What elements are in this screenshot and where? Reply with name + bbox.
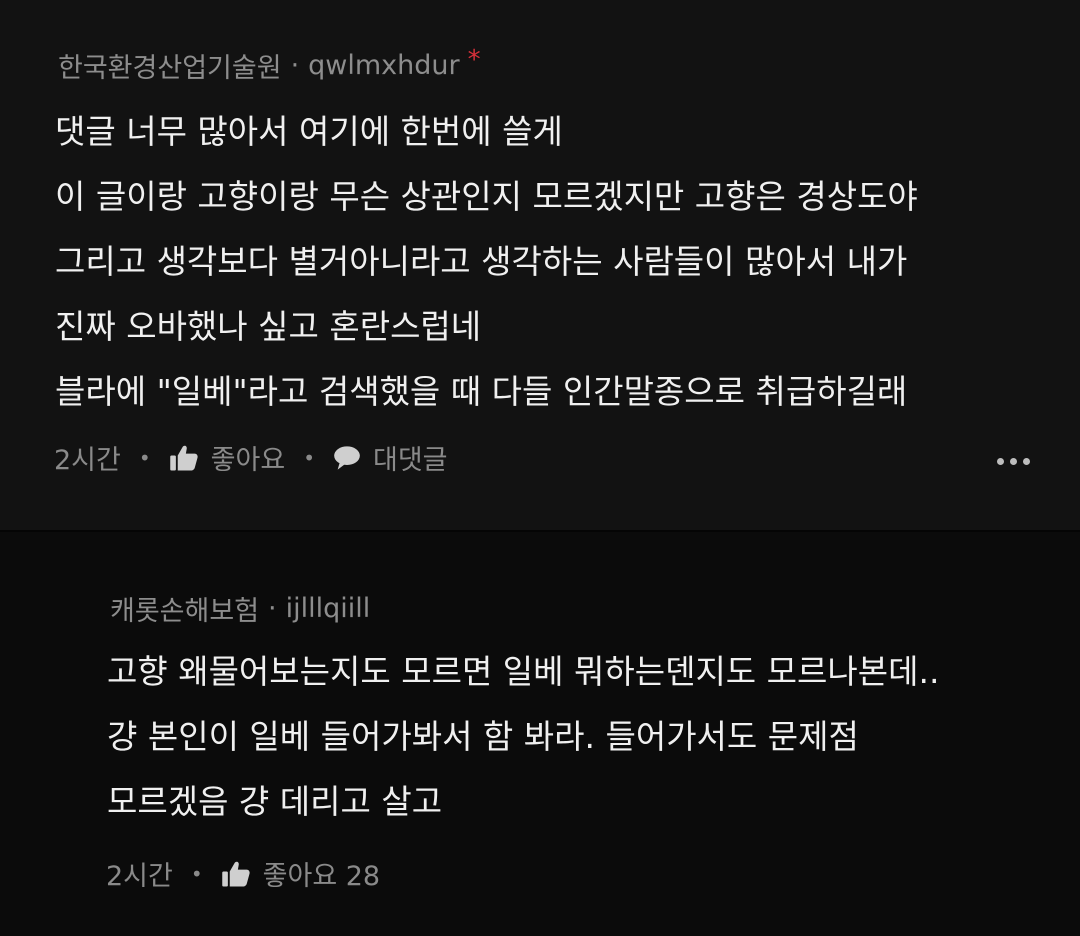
comment-line: 이 글이랑 고향이랑 무슨 상관인지 모르겠지만 고향은 경상도야: [55, 177, 918, 216]
speech-bubble-icon: [334, 445, 360, 470]
thumbs-up-icon: [221, 861, 250, 886]
reply-line: 걍 본인이 일베 들어가봐서 함 봐라. 들어가서도 문제점: [107, 717, 859, 756]
reply-body: 고향 왜물어보는지도 모르면 일베 뭐하는덴지도 모르나본데.. 걍 본인이 일…: [107, 639, 939, 834]
comment-body: 댓글 너무 많아서 여기에 한번에 쓸게 이 글이랑 고향이랑 무슨 상관인지 …: [55, 99, 918, 424]
comment-card: 한국환경산업기술원 · qwlmxhdur * 댓글 너무 많아서 여기에 한번…: [0, 0, 1080, 530]
comment-line: 그리고 생각보다 별거아니라고 생각하는 사람들이 많아서 내가: [55, 242, 908, 281]
comment-actions: 2시간 • 좋아요 • 대댓글: [54, 438, 448, 477]
comment-line: 진짜 오바했나 싶고 혼란스럽네: [55, 307, 482, 346]
reply-time: 2시간: [106, 861, 173, 892]
meta-separator: ·: [268, 593, 277, 624]
comment-line: 댓글 너무 많아서 여기에 한번에 쓸게: [55, 112, 563, 151]
like-label: 좋아요: [210, 445, 286, 476]
like-button[interactable]: 좋아요: [169, 438, 286, 477]
like-button[interactable]: 좋아요 28: [221, 854, 380, 893]
dot-separator: •: [303, 445, 315, 470]
more-horizontal-icon: [1010, 458, 1017, 465]
more-horizontal-icon: [1023, 458, 1030, 465]
reply-label: 대댓글: [372, 445, 448, 476]
author-company[interactable]: 한국환경산업기술원: [58, 46, 282, 85]
reply-button[interactable]: 대댓글: [333, 438, 448, 477]
reply-actions: 2시간 • 좋아요 28: [106, 854, 380, 893]
dot-separator: •: [190, 861, 203, 886]
reply-author-line: 캐롯손해보험 · ijlllqiill: [110, 589, 370, 628]
author-company[interactable]: 캐롯손해보험: [110, 589, 259, 628]
thumbs-up-icon: [169, 445, 198, 470]
meta-separator: ·: [290, 50, 300, 81]
more-options-button[interactable]: [997, 458, 1030, 465]
reply-line: 모르겠음 걍 데리고 살고: [107, 782, 443, 821]
author-username[interactable]: ijlllqiill: [286, 593, 371, 624]
comment-author-line: 한국환경산업기술원 · qwlmxhdur *: [58, 44, 481, 85]
comment-time: 2시간: [54, 445, 121, 476]
author-username[interactable]: qwlmxhdur: [308, 50, 459, 81]
reply-line: 고향 왜물어보는지도 모르면 일베 뭐하는덴지도 모르나본데..: [107, 652, 940, 691]
reply-card: 캐롯손해보험 · ijlllqiill 고향 왜물어보는지도 모르면 일베 뭐하…: [0, 532, 1080, 936]
author-badge: *: [467, 44, 481, 75]
like-count-label: 좋아요 28: [262, 861, 381, 892]
more-horizontal-icon: [997, 458, 1004, 465]
dot-separator: •: [138, 445, 151, 470]
comment-line: 블라에 "일베"라고 검색했을 때 다들 인간말종으로 취급하길래: [55, 372, 908, 411]
